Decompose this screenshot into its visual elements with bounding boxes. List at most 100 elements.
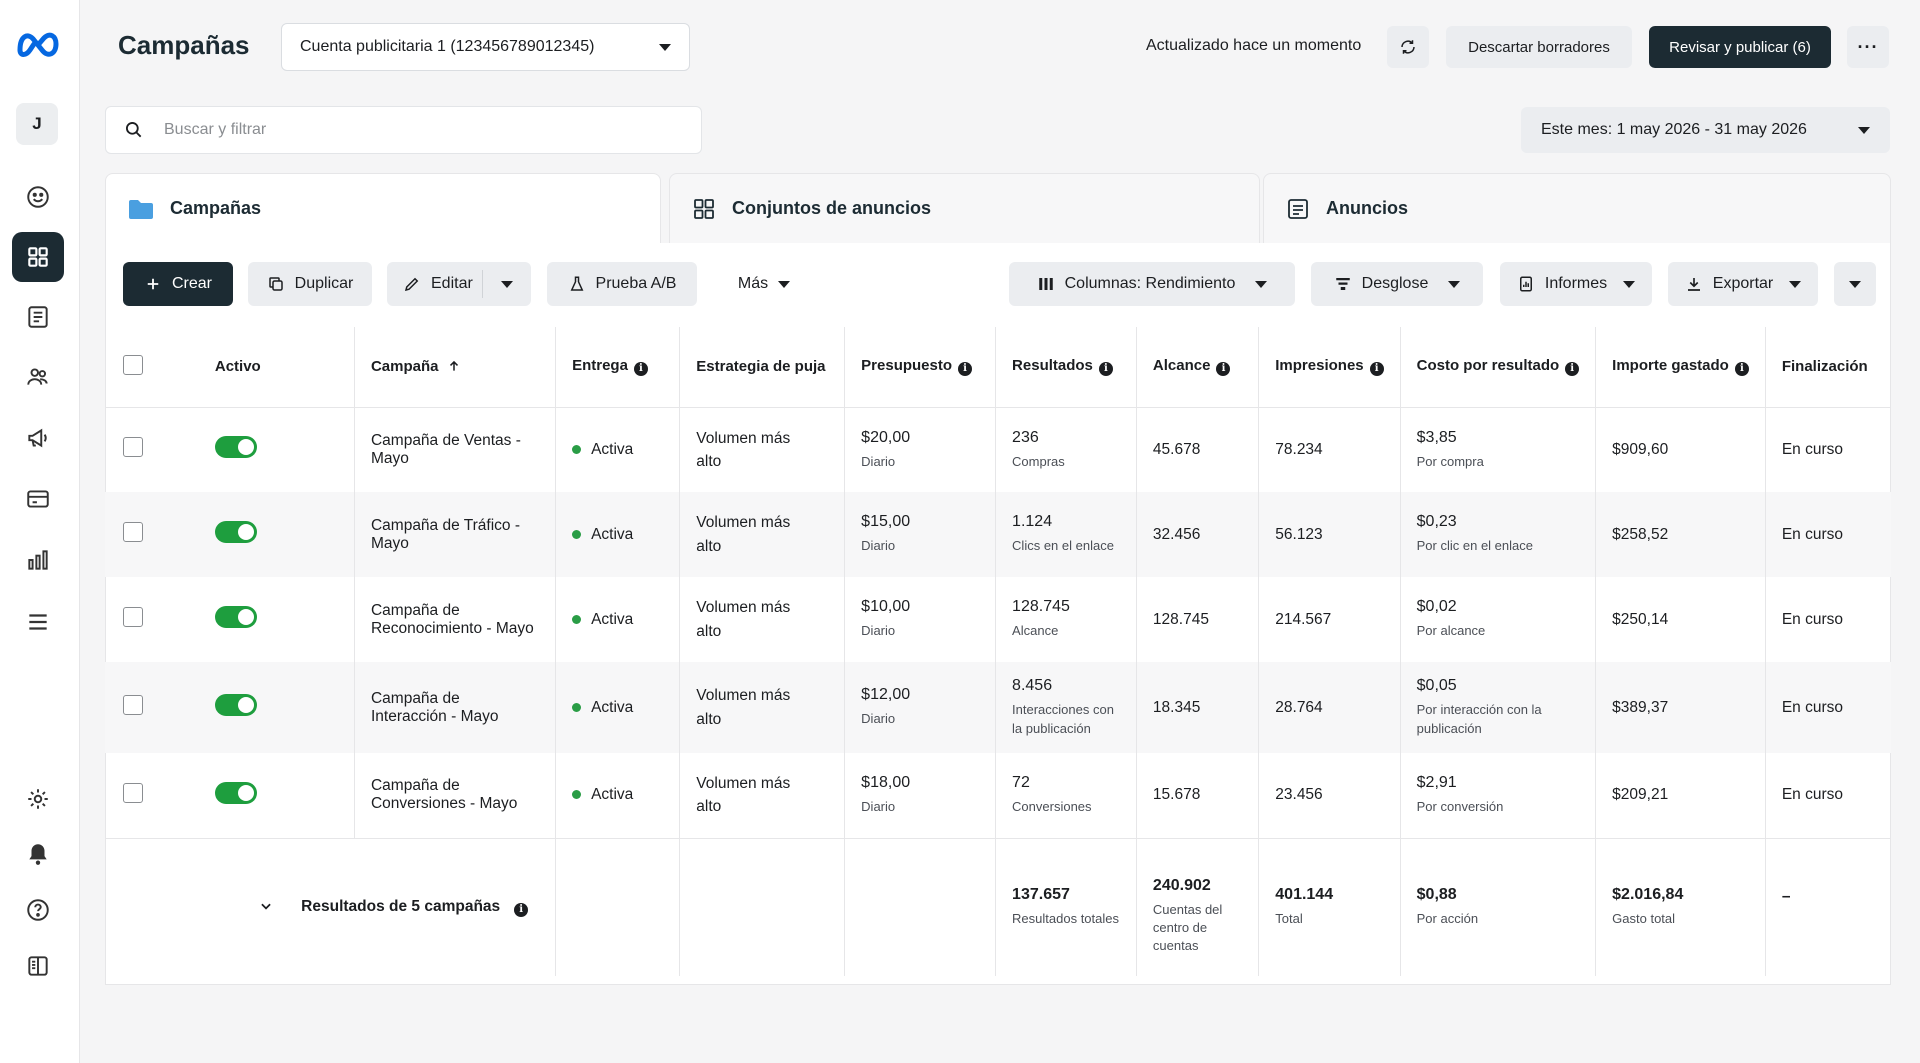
col-cost-per-result[interactable]: Costo por resultado i <box>1400 327 1597 408</box>
info-icon[interactable]: i <box>958 362 973 377</box>
info-icon[interactable]: i <box>633 362 648 377</box>
breakdown-label: Desglose <box>1361 275 1429 292</box>
toolbar-overflow-button[interactable] <box>1834 262 1876 306</box>
tab-ad-sets[interactable]: Conjuntos de anuncios <box>669 173 1260 243</box>
row-select-cell <box>105 662 199 753</box>
active-cell <box>198 407 355 492</box>
audience-icon[interactable] <box>12 352 64 402</box>
active-cell <box>198 753 355 838</box>
campaign-name[interactable]: Campaña de Conversiones - Mayo <box>354 753 557 838</box>
refresh-button[interactable] <box>1387 26 1429 68</box>
status-dot-icon <box>572 444 582 454</box>
col-amount-spent[interactable]: Importe gastado i <box>1595 327 1766 408</box>
col-reach[interactable]: Alcance i <box>1136 327 1260 408</box>
campaign-name[interactable]: Campaña de Tráfico - Mayo <box>354 492 557 577</box>
info-icon[interactable]: i <box>1216 362 1231 377</box>
info-icon[interactable]: i <box>1565 362 1580 377</box>
col-bid-strategy[interactable]: Estrategia de puja <box>679 327 846 408</box>
settings-icon[interactable] <box>12 774 64 824</box>
bid-strategy-cell: Volumen más alto <box>679 577 846 662</box>
active-toggle[interactable] <box>214 606 257 628</box>
export-button[interactable]: Exportar <box>1668 262 1818 306</box>
row-checkbox[interactable] <box>123 782 143 803</box>
grid-icon[interactable] <box>12 232 64 282</box>
totals-label-cell[interactable]: Resultados de 5 campañas i <box>198 837 557 976</box>
megaphone-icon[interactable] <box>12 413 64 463</box>
duplicate-button[interactable]: Duplicar <box>248 262 372 306</box>
budget-cell[interactable]: $10,00 Diario <box>844 577 997 662</box>
more-actions-button[interactable]: Más <box>714 262 814 306</box>
edit-label: Editar <box>431 275 473 292</box>
table-row[interactable]: Campaña de Interacción - Mayo Activa Vol… <box>105 662 1891 753</box>
review-publish-button[interactable]: Revisar y publicar (6) <box>1649 26 1831 68</box>
col-budget[interactable]: Presupuesto i <box>844 327 997 408</box>
select-all-checkbox[interactable] <box>123 354 143 375</box>
row-checkbox[interactable] <box>123 522 143 542</box>
tab-campaigns[interactable]: Campañas <box>105 173 661 243</box>
search-input[interactable] <box>164 121 664 139</box>
col-results[interactable]: Resultados i <box>995 327 1137 408</box>
chevron-down-icon[interactable] <box>259 899 273 913</box>
breakdown-button[interactable]: Desglose <box>1311 262 1483 306</box>
edit-button[interactable]: Editar <box>387 262 531 306</box>
info-icon[interactable]: i <box>1369 362 1384 377</box>
totals-cost: $0,88 Por acción <box>1400 837 1597 976</box>
reports-button[interactable]: Informes <box>1500 262 1652 306</box>
notifications-bell-icon[interactable] <box>12 829 64 879</box>
results-cell: 236 Compras <box>995 407 1137 492</box>
create-button[interactable]: Crear <box>123 262 233 306</box>
row-checkbox[interactable] <box>123 607 143 627</box>
active-toggle[interactable] <box>214 436 257 459</box>
campaign-name[interactable]: Campaña de Ventas - Mayo <box>354 407 557 492</box>
help-icon[interactable] <box>12 885 64 935</box>
billing-icon[interactable] <box>12 474 64 524</box>
active-toggle[interactable] <box>214 781 257 804</box>
columns-button[interactable]: Columnas: Rendimiento <box>1009 262 1295 306</box>
budget-cell[interactable]: $18,00 Diario <box>844 753 997 838</box>
table-row[interactable]: Campaña de Ventas - Mayo Activa Volumen … <box>105 407 1891 492</box>
totals-empty <box>679 837 846 976</box>
col-impressions[interactable]: Impresiones i <box>1258 327 1401 408</box>
delivery-cell: Activa <box>555 407 681 492</box>
info-icon[interactable]: i <box>1098 362 1113 377</box>
campaigns-table: Activo Campaña Entrega i Estrategia de pu… <box>105 327 1891 976</box>
budget-cell[interactable]: $20,00 Diario <box>844 407 997 492</box>
table-row[interactable]: Campaña de Conversiones - Mayo Activa Vo… <box>105 753 1891 838</box>
budget-cell[interactable]: $15,00 Diario <box>844 492 997 577</box>
tab-ads[interactable]: Anuncios <box>1263 173 1891 243</box>
smiley-icon[interactable] <box>12 172 64 222</box>
row-checkbox[interactable] <box>123 437 143 458</box>
menu-icon[interactable] <box>12 597 64 647</box>
ab-test-button[interactable]: Prueba A/B <box>547 262 697 306</box>
col-delivery[interactable]: Entrega i <box>555 327 681 408</box>
campaign-name[interactable]: Campaña de Reconocimiento - Mayo <box>354 577 557 662</box>
meta-logo-icon[interactable] <box>14 28 62 63</box>
table-row[interactable]: Campaña de Reconocimiento - Mayo Activa … <box>105 577 1891 662</box>
active-toggle[interactable] <box>214 694 257 716</box>
budget-type: Diario <box>861 711 896 727</box>
active-toggle[interactable] <box>214 521 257 543</box>
info-icon[interactable]: i <box>514 902 529 917</box>
col-ends[interactable]: Finalización <box>1765 327 1891 408</box>
table-row[interactable]: Campaña de Tráfico - Mayo Activa Volumen… <box>105 492 1891 577</box>
info-icon[interactable]: i <box>1734 362 1749 377</box>
spent-cell: $250,14 <box>1595 577 1766 662</box>
discard-drafts-button[interactable]: Descartar borradores <box>1446 26 1632 68</box>
col-campaign[interactable]: Campaña <box>354 327 557 408</box>
col-active[interactable]: Activo <box>198 327 355 408</box>
row-checkbox[interactable] <box>123 695 143 715</box>
spent-cell: $909,60 <box>1595 407 1766 492</box>
avatar[interactable]: J <box>16 103 58 145</box>
delivery-cell: Activa <box>555 662 681 753</box>
results-type: Clics en el enlace <box>1012 538 1114 554</box>
bar-chart-icon[interactable] <box>12 535 64 585</box>
budget-cell[interactable]: $12,00 Diario <box>844 662 997 753</box>
more-options-button[interactable]: ··· <box>1847 26 1889 68</box>
chevron-down-icon[interactable] <box>501 281 513 288</box>
document-list-icon[interactable] <box>12 292 64 342</box>
panel-toggle-icon[interactable] <box>12 941 64 991</box>
cost-value: $0,23 <box>1416 513 1457 531</box>
date-range-select[interactable]: Este mes: 1 may 2026 - 31 may 2026 <box>1521 107 1890 153</box>
campaign-name[interactable]: Campaña de Interacción - Mayo <box>354 662 557 753</box>
account-select[interactable]: Cuenta publicitaria 1 (123456789012345) <box>281 23 690 71</box>
